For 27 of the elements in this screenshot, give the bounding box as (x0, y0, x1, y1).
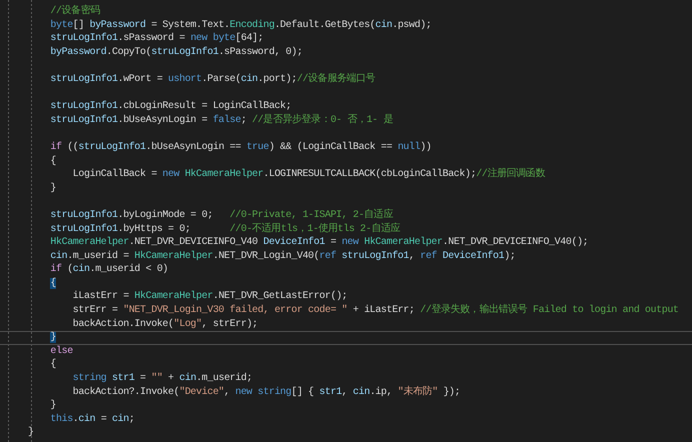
code-line: if (cin.m_userid < 0) (49, 263, 170, 277)
code-line: backAction.Invoke("Log", strErr); (72, 318, 259, 332)
code-line: byPassword.CopyTo(struLogInfo1.sPassword, 0); (49, 46, 304, 60)
code-line: } (0, 331, 692, 345)
code-line: backAction?.Invoke("Device", new string[] { str1, cin.ip, "未布防" }); (72, 386, 462, 400)
code-line: strErr = "NET_DVR_Login_V30 failed, error code= " + iLastErr; //登录失败，输出错误号 Failed to login and output (72, 304, 680, 318)
code-line: } (27, 426, 35, 440)
code-line: //设备密码 (49, 5, 101, 19)
code-line: iLastErr = HkCameraHelper.NET_DVR_GetLastError(); (72, 290, 348, 304)
code-line: { (49, 358, 57, 372)
code-line: struLogInfo1.bUseAsynLogin = false; //是否异步登录：0- 否，1- 是 (49, 114, 394, 128)
code-line: struLogInfo1.wPort = ushort.Parse(cin.port);//设备服务端口号 (49, 72, 376, 87)
code-line: { (49, 154, 57, 168)
code-line: struLogInfo1.sPassword = new byte[64]; (49, 32, 264, 46)
code-line: } (49, 399, 57, 413)
code-line: string str1 = "" + cin.m_userid; (72, 372, 254, 386)
code-line: struLogInfo1.byHttps = 0; //0-不适用tls，1-使用tls 2-自适应 (49, 222, 402, 236)
code-line: struLogInfo1.cbLoginResult = LoginCallBack; (49, 100, 292, 114)
code-line: this.cin = cin; (49, 412, 136, 426)
code-line: } (49, 182, 57, 196)
code-line: cin.m_userid = HkCameraHelper.NET_DVR_Login_V40(ref struLogInfo1, ref DeviceInfo1); (49, 250, 516, 264)
code-line: byte[] byPassword = System.Text.Encoding.Default.GetBytes(cin.pswd); (49, 18, 432, 32)
code-line: else (49, 344, 74, 358)
code-line: HkCameraHelper.NET_DVR_DEVICEINFO_V40 DeviceInfo1 = new HkCameraHelper.NET_DVR_DEVICEINFO_V40(); (49, 236, 590, 250)
code-line: struLogInfo1.byLoginMode = 0; //0-Private, 1-ISAPI, 2-自适应 (49, 208, 394, 222)
code-line: LoginCallBack = new HkCameraHelper.LOGINRESULTCALLBACK(cbLoginCallBack);//注册回调函数 (72, 168, 546, 182)
code-line: if ((struLogInfo1.bUseAsynLogin == true) && (LoginCallBack == null)) (49, 140, 432, 155)
